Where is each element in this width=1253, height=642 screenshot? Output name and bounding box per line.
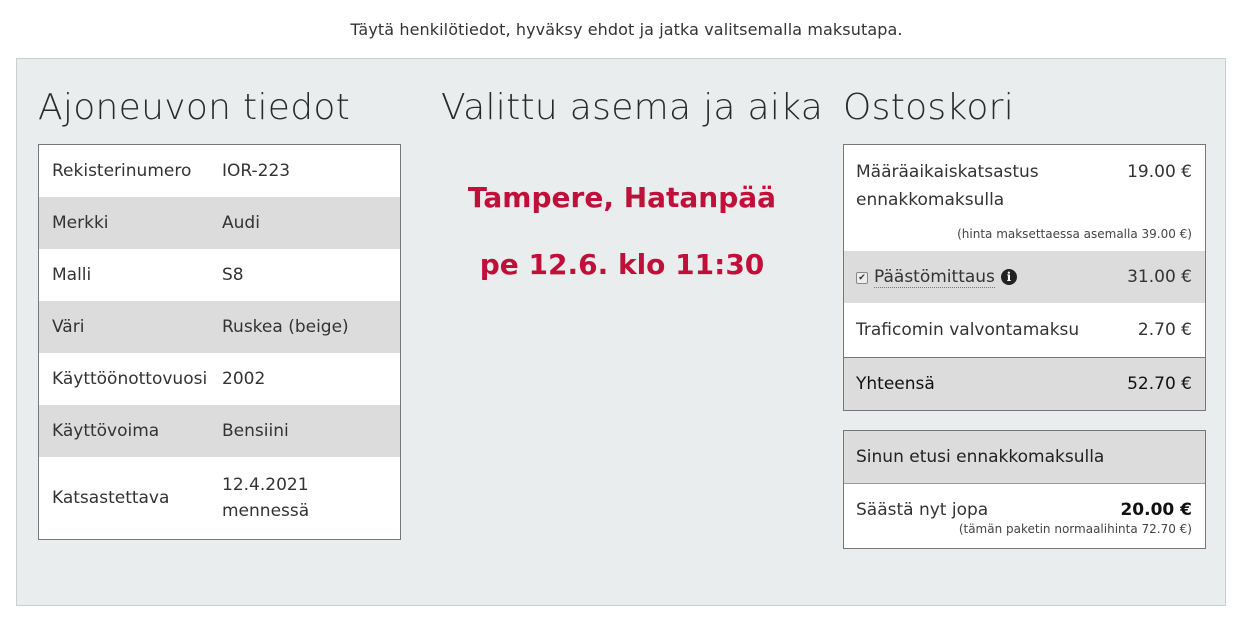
emission-label: Päästömittaus: [874, 267, 995, 288]
info-icon[interactable]: i: [1000, 269, 1017, 285]
vehicle-details-table: Rekisterinumero IOR-223 Merkki Audi Mall…: [38, 144, 401, 540]
vehicle-row-registration: Rekisterinumero IOR-223: [39, 145, 400, 197]
cart-item-price: 31.00 €: [1127, 267, 1192, 287]
vehicle-row-value: IOR-223: [222, 161, 291, 181]
cart-total-price: 52.70 €: [1127, 374, 1192, 394]
cart-item-station-price-note: (hinta maksettaessa asemalla 39.00 €): [957, 227, 1192, 241]
station-section-title: Valittu asema ja aika: [441, 87, 824, 128]
cart-item-price: 2.70 €: [1137, 320, 1192, 340]
cart-item-supervision-fee: Traficomin valvontamaksu 2.70 €: [844, 303, 1205, 357]
vehicle-row-label: Rekisterinumero: [52, 161, 192, 181]
cart-item-name: Traficomin valvontamaksu: [856, 320, 1080, 340]
vehicle-row-value: 12.4.2021 mennessä: [222, 472, 400, 524]
vehicle-row-year: Käyttöönottovuosi 2002: [39, 353, 400, 405]
cart-item-name-line1: Määräaikaiskatsastus: [856, 162, 1039, 182]
vehicle-row-label: Katsastettava: [52, 488, 170, 508]
cart-item-periodic-inspection: Määräaikaiskatsastus ennakkomaksulla 19.…: [844, 145, 1205, 251]
benefit-savings-label: Säästä nyt jopa: [856, 500, 989, 520]
emission-checkbox[interactable]: ✔: [856, 272, 868, 284]
cart-item-emission-test: ✔ Päästömittaus i 31.00 €: [844, 251, 1205, 303]
vehicle-row-color: Väri Ruskea (beige): [39, 301, 400, 353]
cart-item-price: 19.00 €: [1127, 162, 1192, 182]
vehicle-row-label: Käyttövoima: [52, 421, 160, 441]
vehicle-row-label: Käyttöönottovuosi: [52, 369, 208, 389]
order-summary-panel: Ajoneuvon tiedot Valittu asema ja aika O…: [16, 58, 1226, 606]
vehicle-row-value: Bensiini: [222, 421, 289, 441]
inspection-due-date: 12.4.2021: [222, 475, 309, 495]
appointment-time: pe 12.6. klo 11:30: [479, 248, 765, 281]
benefit-savings-amount: 20.00 €: [1120, 500, 1192, 520]
vehicle-row-inspection-due: Katsastettava 12.4.2021 mennessä: [39, 457, 400, 539]
benefit-normal-price-note: (tämän paketin normaalihinta 72.70 €): [958, 522, 1192, 536]
vehicle-row-label: Väri: [52, 317, 85, 337]
prepayment-benefit-box: Sinun etusi ennakkomaksulla Säästä nyt j…: [843, 430, 1206, 549]
benefit-title: Sinun etusi ennakkomaksulla: [844, 431, 1205, 484]
vehicle-row-value: S8: [222, 265, 244, 285]
emission-option: ✔ Päästömittaus i: [856, 267, 1017, 288]
cart-item-name-line2: ennakkomaksulla: [856, 190, 1005, 210]
cart-item-name: Määräaikaiskatsastus ennakkomaksulla: [856, 158, 1086, 214]
cart-section-title: Ostoskori: [843, 87, 1015, 128]
station-name: Tampere, Hatanpää: [467, 181, 777, 214]
inspection-due-suffix: mennessä: [222, 501, 310, 521]
vehicle-section-title: Ajoneuvon tiedot: [38, 87, 351, 128]
cart-total-row: Yhteensä 52.70 €: [844, 357, 1205, 410]
benefit-savings-row: Säästä nyt jopa 20.00 €: [844, 484, 1205, 520]
vehicle-row-value: Ruskea (beige): [222, 317, 349, 337]
shopping-cart: Määräaikaiskatsastus ennakkomaksulla 19.…: [843, 144, 1206, 411]
vehicle-row-label: Malli: [52, 265, 92, 285]
vehicle-row-fuel: Käyttövoima Bensiini: [39, 405, 400, 457]
cart-total-label: Yhteensä: [856, 374, 935, 394]
vehicle-row-label: Merkki: [52, 213, 109, 233]
selected-station: Tampere, Hatanpää pe 12.6. klo 11:30: [417, 181, 827, 281]
vehicle-row-value: 2002: [222, 369, 266, 389]
vehicle-row-model: Malli S8: [39, 249, 400, 301]
intro-text: Täytä henkilötiedot, hyväksy ehdot ja ja…: [350, 20, 903, 39]
vehicle-row-make: Merkki Audi: [39, 197, 400, 249]
vehicle-row-value: Audi: [222, 213, 260, 233]
